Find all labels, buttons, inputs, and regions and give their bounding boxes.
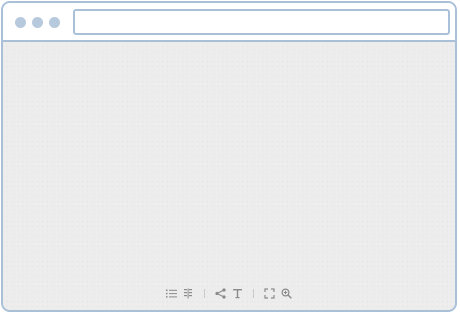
zoom-in-icon[interactable] — [281, 287, 292, 299]
window-control-dot-maximize[interactable] — [49, 17, 60, 28]
page-content-area — [3, 42, 455, 310]
bottom-toolbar — [3, 286, 455, 300]
text-icon[interactable] — [232, 288, 243, 299]
address-bar[interactable] — [73, 9, 450, 35]
share-icon[interactable] — [215, 287, 226, 299]
browser-window — [1, 1, 457, 312]
title-bar — [3, 3, 455, 42]
list-icon[interactable] — [166, 288, 177, 299]
fullscreen-icon[interactable] — [264, 287, 275, 299]
window-control-dot-close[interactable] — [15, 17, 26, 28]
toolbar-separator — [204, 288, 205, 298]
window-control-dot-minimize[interactable] — [32, 17, 43, 28]
grid-icon[interactable] — [183, 288, 194, 299]
toolbar-separator — [253, 288, 254, 298]
